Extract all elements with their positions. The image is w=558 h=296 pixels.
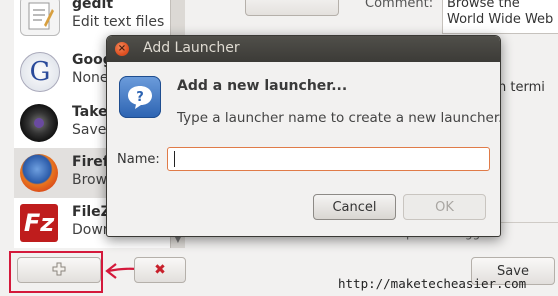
remove-icon: ✖: [154, 262, 166, 278]
dialog-heading: Add a new launcher...: [177, 78, 348, 94]
launcher-description: Edit text files: [72, 14, 165, 30]
text-editor-icon: [20, 0, 60, 36]
dialog-title: Add Launcher: [143, 40, 240, 56]
dialog-message: Type a launcher name to create a new lau…: [177, 110, 501, 126]
firefox-icon: [20, 154, 58, 192]
launcher-name: Firef: [72, 154, 109, 170]
background-button[interactable]: [245, 0, 339, 16]
remove-launcher-button[interactable]: ✖: [134, 257, 186, 283]
name-label: Name:: [117, 152, 160, 167]
launcher-name: gedit: [72, 0, 114, 12]
add-launcher-dialog: × Add Launcher ? Add a new launcher... T…: [106, 35, 501, 237]
close-icon[interactable]: ×: [115, 42, 129, 56]
launcher-name: Take: [72, 104, 108, 120]
filezilla-icon: Fz: [20, 204, 58, 242]
terminal-option-label: n termi: [498, 80, 545, 95]
launcher-description: Brow: [72, 172, 108, 188]
watermark: http://maketecheasier.com: [338, 276, 527, 291]
launcher-description: Save: [72, 122, 107, 138]
cancel-button[interactable]: Cancel: [313, 194, 396, 220]
name-input[interactable]: [167, 147, 490, 171]
highlight-box: [9, 251, 103, 293]
google-icon: G: [20, 52, 60, 92]
dialog-titlebar[interactable]: × Add Launcher: [107, 36, 500, 62]
list-item[interactable]: gedit Edit text files: [14, 0, 170, 40]
ok-button[interactable]: OK: [403, 194, 486, 220]
comment-label: Comment:: [365, 0, 434, 11]
svg-text:?: ?: [136, 90, 144, 105]
camera-icon: [20, 104, 58, 142]
launcher-description: None: [72, 70, 109, 86]
comment-field[interactable]: Browse the World Wide Web: [442, 0, 558, 34]
help-icon: ?: [119, 76, 161, 118]
text-caret: [174, 151, 175, 167]
launcher-name: FileZ: [72, 204, 111, 220]
